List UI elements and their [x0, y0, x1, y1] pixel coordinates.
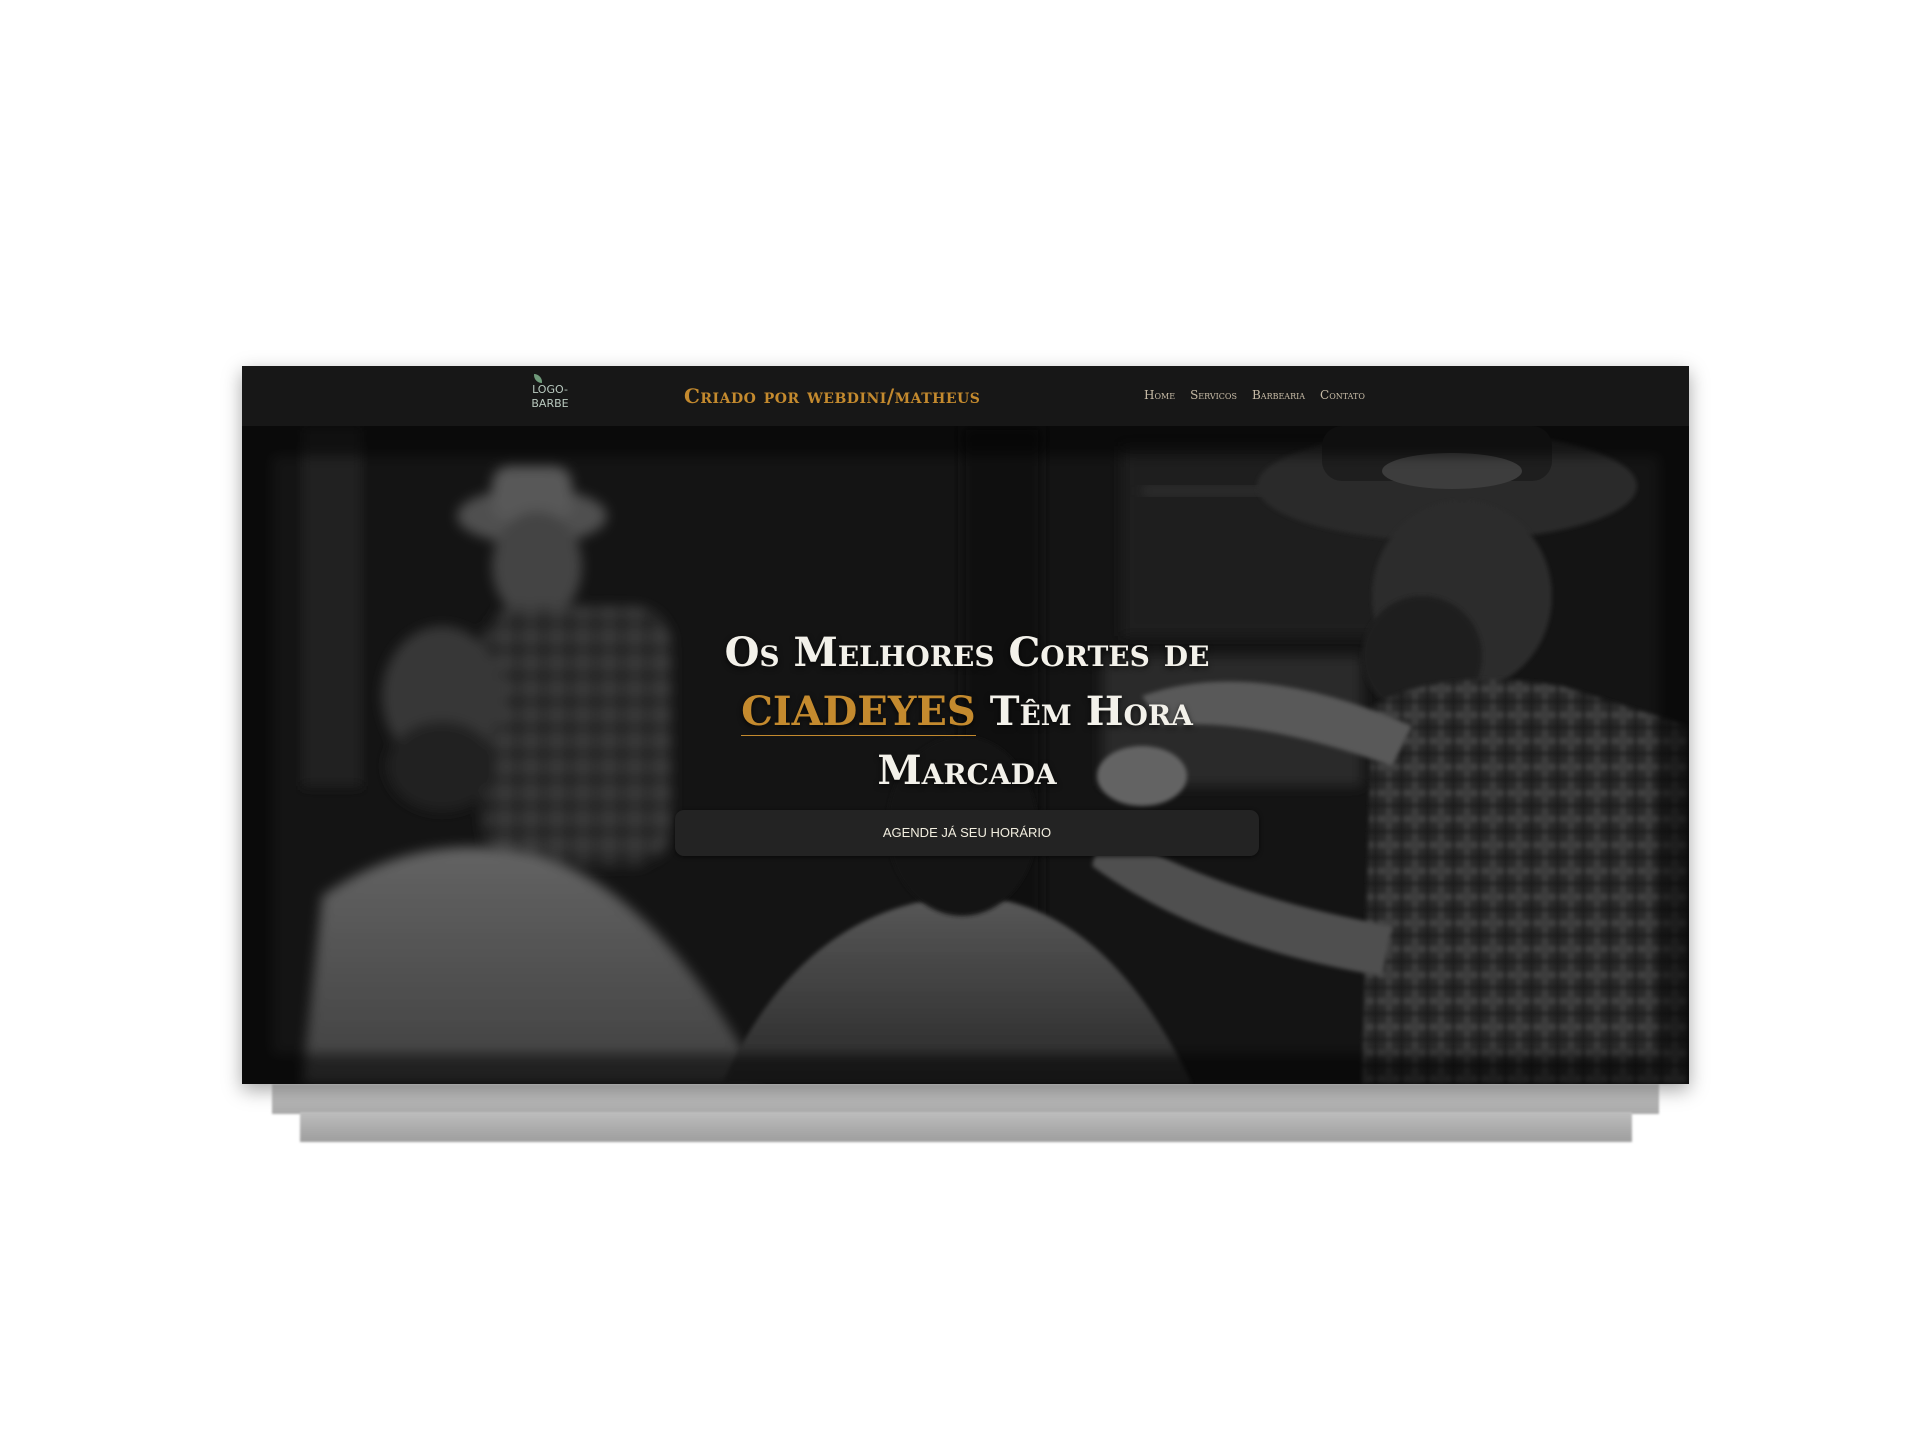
shadow-plate-lower	[300, 1112, 1632, 1142]
broken-image-icon	[534, 374, 542, 383]
headline-accent: CIADEYES	[741, 687, 976, 736]
shadow-plate-upper	[272, 1084, 1659, 1114]
nav-link-barbearia[interactable]: Barbearia	[1252, 388, 1305, 402]
logo-image[interactable]: LOGO-BARBE	[528, 374, 572, 420]
page: LOGO-BARBE Criado por webdini/matheus Ho…	[0, 0, 1920, 1440]
schedule-button[interactable]: AGENDE JÁ SEU HORÁRIO	[675, 810, 1259, 856]
site-title: Criado por webdini/matheus	[684, 384, 981, 408]
headline-line-1: Os Melhores Cortes de	[724, 628, 1210, 676]
hero-headline: Os Melhores Cortes de CIADEYES Têm Hora …	[627, 623, 1307, 800]
site-header: LOGO-BARBE Criado por webdini/matheus Ho…	[242, 366, 1689, 426]
nav-link-home[interactable]: Home	[1144, 388, 1175, 402]
nav-link-servicos[interactable]: Servicos	[1190, 388, 1237, 402]
headline-line-3: Marcada	[877, 746, 1057, 794]
main-nav: Home Servicos Barbearia Contato	[1144, 388, 1365, 402]
logo-alt-text: LOGO-BARBE	[531, 383, 569, 410]
website-screenshot: LOGO-BARBE Criado por webdini/matheus Ho…	[242, 366, 1689, 1084]
headline-line-2: Têm Hora	[975, 687, 1193, 735]
hero-section: Os Melhores Cortes de CIADEYES Têm Hora …	[242, 426, 1689, 1084]
nav-link-contato[interactable]: Contato	[1320, 388, 1365, 402]
